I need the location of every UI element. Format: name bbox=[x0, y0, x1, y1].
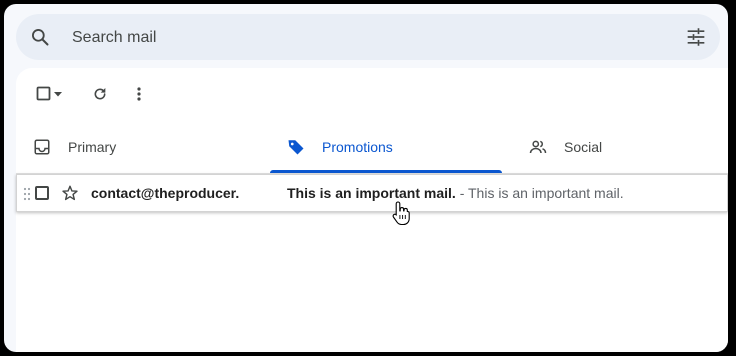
mail-sender: contact@theproducer. bbox=[91, 185, 240, 201]
inbox-icon bbox=[32, 137, 52, 157]
mail-subject: This is an important mail. bbox=[287, 185, 456, 201]
tab-label: Promotions bbox=[322, 139, 393, 155]
active-tab-indicator bbox=[270, 170, 502, 173]
star-icon[interactable] bbox=[61, 184, 79, 202]
tab-primary[interactable]: Primary bbox=[16, 120, 270, 174]
drag-handle-icon[interactable] bbox=[23, 187, 31, 201]
mail-list-panel: Primary Promotions Social contact@thepro… bbox=[16, 68, 728, 352]
refresh-button[interactable] bbox=[88, 82, 112, 106]
mail-row[interactable]: contact@theproducer. This is an importan… bbox=[16, 174, 728, 212]
search-options-icon[interactable] bbox=[686, 27, 706, 47]
mail-snippet: - This is an important mail. bbox=[455, 185, 624, 201]
caret-down-icon bbox=[54, 92, 62, 97]
tab-label: Social bbox=[564, 139, 603, 155]
row-checkbox[interactable] bbox=[35, 186, 49, 200]
mail-toolbar bbox=[16, 68, 728, 116]
people-icon bbox=[528, 137, 548, 157]
tab-promotions[interactable]: Promotions bbox=[270, 120, 502, 174]
gmail-window: Primary Promotions bbox=[4, 4, 728, 352]
tab-social[interactable]: Social bbox=[512, 120, 728, 174]
hand-pointer-cursor-icon bbox=[392, 201, 410, 226]
select-menu-button[interactable] bbox=[50, 82, 66, 106]
mail-subject-line: This is an important mail. - This is an … bbox=[287, 175, 624, 211]
search-bar[interactable] bbox=[16, 14, 720, 62]
tag-icon bbox=[286, 137, 306, 157]
category-tabs: Primary Promotions Social bbox=[16, 120, 728, 174]
more-vert-icon bbox=[137, 87, 141, 101]
refresh-icon bbox=[94, 88, 106, 100]
search-icon[interactable] bbox=[30, 27, 50, 47]
tab-label: Primary bbox=[68, 139, 117, 155]
search-input[interactable] bbox=[70, 14, 634, 62]
more-actions-button[interactable] bbox=[127, 82, 151, 106]
